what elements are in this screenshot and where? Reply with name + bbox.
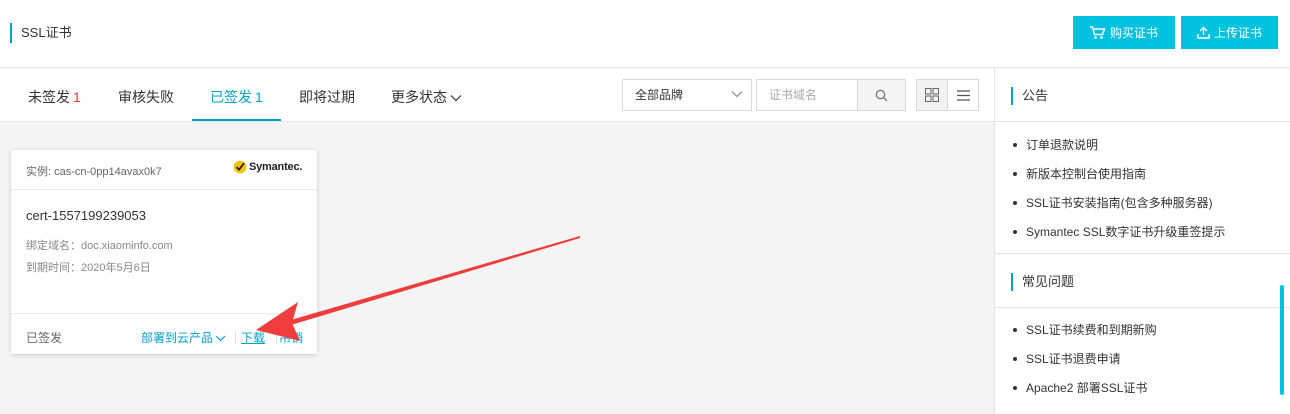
search-button[interactable] [857,79,906,111]
notice-item[interactable]: Symantec SSL数字证书升级重签提示 [1013,224,1225,253]
bound-domain-row: 绑定域名：doc.xiaominfo.com [26,237,173,253]
brand-select[interactable]: 全部品牌 [622,79,752,111]
divider [276,331,277,343]
chevron-down-icon [215,335,226,342]
faq-list: SSL证书续费和到期新购 SSL证书退费申请 Apache2 部署SSL证书 [1013,322,1157,409]
notice-title: 公告 [1011,87,1048,105]
status-badge: 已签发 [26,331,63,345]
tab-count: 1 [255,89,263,105]
grid-icon [925,88,939,102]
certificate-card: 实例: cas-cn-0pp14avax0k7 Symantec. cert-1… [11,150,317,354]
card-header: 实例: cas-cn-0pp14avax0k7 Symantec. [11,150,317,190]
divider [995,253,1290,254]
faq-title: 常见问题 [1011,273,1074,291]
tab-review-failed[interactable]: 审核失败 [118,68,174,122]
cart-icon [1089,25,1106,39]
chevron-down-icon [731,91,743,98]
upload-certificate-button[interactable]: 上传证书 [1181,16,1278,49]
page-header: SSL证书 购买证书 上传证书 [0,0,1290,68]
tab-expiring[interactable]: 即将过期 [299,68,355,122]
download-link[interactable]: 下载 [241,329,265,346]
list-icon [956,89,970,101]
revoke-link[interactable]: 吊销 [279,329,303,346]
field-label: 绑定域名： [26,240,81,252]
faq-item[interactable]: SSL证书续费和到期新购 [1013,322,1157,351]
main-panel: 未签发 1 审核失败 已签发 1 即将过期 更多状态 全部品牌 证书域名 实例:… [0,68,994,414]
status-tabs: 未签发 1 审核失败 已签发 1 即将过期 更多状态 全部品牌 [0,68,994,122]
chevron-down-icon [450,95,462,102]
scrollbar-thumb[interactable] [1280,285,1284,395]
tab-label: 审核失败 [118,89,174,105]
tab-more-status[interactable]: 更多状态 [391,68,462,122]
deploy-to-cloud-link[interactable]: 部署到云产品 [141,329,226,346]
deploy-label: 部署到云产品 [141,331,214,345]
grid-view-button[interactable] [917,80,948,110]
field-label: 到期时间： [26,262,81,274]
upload-certificate-label: 上传证书 [1213,26,1262,40]
tab-unsigned[interactable]: 未签发 1 [28,68,81,122]
notice-list: 订单退款说明 新版本控制台使用指南 SSL证书安装指南(包含多种服务器) Sym… [1013,137,1225,253]
expire-date-row: 到期时间：2020年5月6日 [26,259,151,275]
checkmark-badge-icon [233,160,247,174]
notice-item[interactable]: 新版本控制台使用指南 [1013,166,1225,195]
divider [995,121,1290,122]
list-view-button[interactable] [948,80,978,110]
tab-label: 即将过期 [299,89,355,105]
faq-item[interactable]: SSL证书退费申请 [1013,351,1157,380]
domain-search-input[interactable] [756,79,857,111]
notice-item[interactable]: SSL证书安装指南(包含多种服务器) [1013,195,1225,224]
divider [235,331,236,343]
ssl-certificate-console: SSL证书 购买证书 上传证书 未签发 1 审核失败 已签发 1 即将过期 更多状态… [0,0,1290,414]
page-title: SSL证书 [10,23,72,43]
tab-count: 1 [73,89,81,105]
instance-id: 实例: cas-cn-0pp14avax0k7 [26,166,162,178]
certificate-grid: 实例: cas-cn-0pp14avax0k7 Symantec. cert-1… [0,122,994,414]
buy-certificate-button[interactable]: 购买证书 [1073,16,1175,49]
brand-select-value: 全部品牌 [635,88,684,102]
tab-label: 已签发 [210,89,252,105]
upload-icon [1197,26,1210,39]
card-footer: 已签发 部署到云产品 下载 吊销 [11,313,317,354]
symantec-logo: Symantec. [233,160,302,174]
right-sidebar: 公告 订单退款说明 新版本控制台使用指南 SSL证书安装指南(包含多种服务器) … [994,68,1290,414]
tab-signed[interactable]: 已签发 1 [210,68,263,122]
tab-label: 更多状态 [391,89,447,105]
bound-domain-value: doc.xiaominfo.com [81,240,173,252]
buy-certificate-label: 购买证书 [1109,26,1158,40]
notice-item[interactable]: 订单退款说明 [1013,137,1225,166]
search-icon [875,89,888,101]
active-tab-indicator [192,119,281,121]
view-toggle [916,79,979,111]
brand-name: Symantec. [249,161,303,173]
tab-label: 未签发 [28,89,70,105]
certificate-name: cert-1557199239053 [26,208,146,223]
faq-item[interactable]: Apache2 部署SSL证书 [1013,380,1157,409]
divider [995,307,1290,308]
expire-date-value: 2020年5月6日 [81,262,151,274]
